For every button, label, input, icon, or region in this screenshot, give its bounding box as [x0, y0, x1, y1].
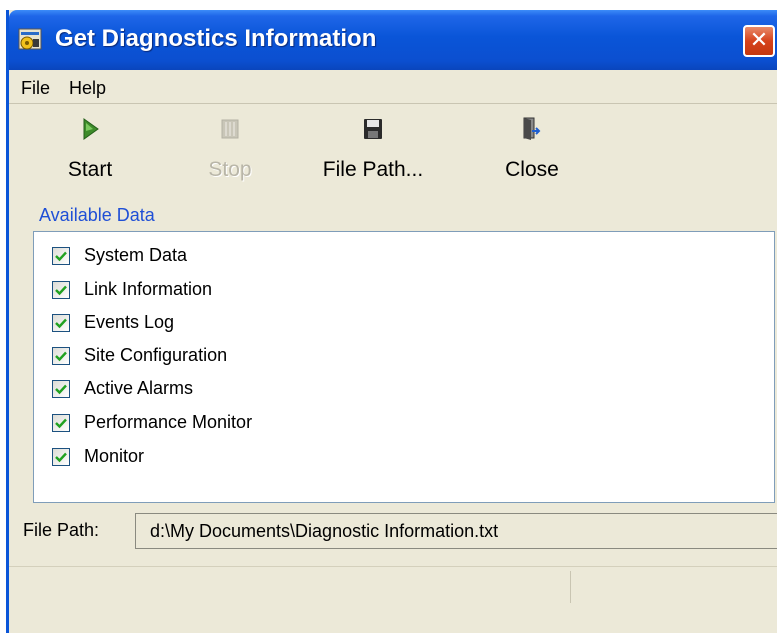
- item-label: Active Alarms: [84, 378, 194, 398]
- item-label: Link Information: [84, 279, 213, 299]
- file-path-value: d:\My Documents\Diagnostic Information.t…: [150, 521, 499, 541]
- diagnostics-app-icon: [17, 25, 45, 53]
- file-path-field-label: File Path:: [23, 520, 100, 540]
- checkbox[interactable]: [52, 380, 70, 398]
- status-bar: [9, 566, 777, 606]
- menu-help[interactable]: Help: [69, 78, 106, 99]
- close-label: Close: [505, 158, 559, 181]
- available-data-label: Available Data: [39, 205, 155, 225]
- item-label: Performance Monitor: [84, 412, 253, 432]
- item-label: Events Log: [84, 312, 175, 332]
- available-data-list: System Data Link Information Events Log …: [33, 231, 775, 503]
- checkbox[interactable]: [52, 314, 70, 332]
- stop-button[interactable]: Stop: [195, 105, 265, 195]
- menu-file[interactable]: File: [21, 78, 50, 99]
- exit-door-icon: [519, 116, 543, 142]
- checkbox[interactable]: [52, 347, 70, 365]
- title-bar[interactable]: Get Diagnostics Information ✕: [9, 10, 777, 70]
- status-pane-main: [9, 571, 571, 603]
- close-button[interactable]: Close: [495, 105, 569, 195]
- checkbox[interactable]: [52, 247, 70, 265]
- item-label: System Data: [84, 245, 188, 265]
- status-pane-secondary: [575, 571, 777, 603]
- floppy-disk-icon: [361, 116, 385, 142]
- file-path-field[interactable]: d:\My Documents\Diagnostic Information.t…: [135, 513, 777, 549]
- checkbox[interactable]: [52, 281, 70, 299]
- window-title: Get Diagnostics Information: [55, 25, 377, 52]
- stop-label: Stop: [208, 158, 252, 181]
- start-button[interactable]: Start: [53, 105, 127, 195]
- checkbox[interactable]: [52, 414, 70, 432]
- checkbox[interactable]: [52, 448, 70, 466]
- diagnostics-window: Get Diagnostics Information ✕ File Help …: [6, 10, 777, 633]
- close-window-button[interactable]: ✕: [743, 25, 775, 57]
- menu-bar: File Help: [9, 70, 777, 104]
- stop-icon: [218, 116, 242, 142]
- item-label: Site Configuration: [84, 345, 228, 365]
- play-arrow-icon: [78, 116, 102, 142]
- start-label: Start: [67, 158, 113, 181]
- file-path-label: File Path...: [322, 158, 424, 181]
- toolbar: Start Stop File Path... Close: [9, 105, 777, 205]
- file-path-button[interactable]: File Path...: [311, 105, 435, 195]
- item-label: Monitor: [84, 446, 145, 466]
